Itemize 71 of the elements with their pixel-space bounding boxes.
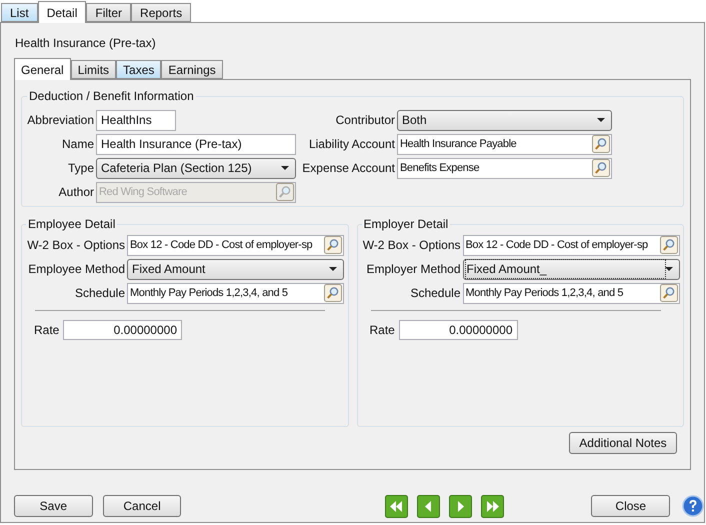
previous-record-icon[interactable] — [417, 494, 440, 518]
search-icon[interactable] — [592, 135, 610, 153]
dropdown-value: Both — [401, 112, 428, 129]
dropdown-value: Cafeteria Plan (Section 125) — [100, 160, 253, 177]
dropdown[interactable]: Fixed Amount_ — [462, 258, 680, 280]
tab[interactable]: Detail — [38, 1, 86, 23]
field-value: Benefits Expense — [400, 160, 480, 176]
caret-icon — [281, 166, 289, 170]
field-value: Monthly Pay Periods 1,2,3,4, and 5 — [466, 286, 624, 301]
lookup-field[interactable]: Benefits Expense — [397, 158, 612, 178]
dropdown-value: Fixed Amount_ — [466, 260, 664, 278]
cancel-button[interactable]: Cancel — [102, 495, 182, 517]
caret-icon — [597, 118, 605, 122]
lookup-field[interactable]: Monthly Pay Periods 1,2,3,4, and 5 — [127, 282, 344, 304]
lookup-field[interactable]: Health Insurance Payable — [397, 134, 612, 154]
record-title: Health Insurance (Pre-tax) — [15, 35, 156, 52]
next-record-icon[interactable] — [449, 494, 472, 518]
text-field[interactable]: Health Insurance (Pre-tax) — [96, 134, 296, 154]
dropdown[interactable]: Cafeteria Plan (Section 125) — [96, 158, 296, 178]
dropdown[interactable]: Fixed Amount — [127, 258, 344, 280]
field-label: W-2 Box - Options — [26, 237, 126, 254]
group-title: Employer Detail — [362, 216, 450, 233]
field-label: Expense Account — [301, 160, 396, 177]
caret-icon — [329, 267, 337, 271]
tab[interactable]: Taxes — [116, 60, 162, 79]
tab[interactable]: Reports — [131, 3, 192, 22]
save-button[interactable]: Save — [14, 495, 93, 517]
field-label: Abbreviation — [26, 112, 95, 129]
group-title: Deduction / Benefit Information — [28, 88, 195, 105]
first-record-icon[interactable] — [385, 494, 408, 518]
group-title: Employee Detail — [27, 216, 116, 233]
tab[interactable]: List — [1, 3, 38, 22]
lookup-field[interactable]: Monthly Pay Periods 1,2,3,4, and 5 — [462, 282, 680, 304]
field-value: Monthly Pay Periods 1,2,3,4, and 5 — [130, 286, 289, 301]
tab[interactable]: Limits — [70, 60, 116, 79]
field-label: Employee Method — [27, 261, 126, 278]
search-icon[interactable] — [660, 236, 678, 254]
dropdown-value: Fixed Amount — [131, 261, 206, 278]
lookup-field[interactable]: Box 12 - Code DD - Cost of employer-sp — [462, 234, 680, 256]
search-icon[interactable] — [324, 236, 342, 254]
field-label: Rate — [34, 322, 60, 339]
field-label: Type — [66, 160, 95, 177]
help-icon[interactable] — [682, 495, 704, 517]
close-button[interactable]: Close — [591, 495, 670, 517]
field-label: Schedule — [409, 285, 462, 302]
tab[interactable]: General — [14, 58, 71, 80]
field-label: Rate — [370, 322, 396, 339]
search-icon[interactable] — [324, 284, 342, 302]
field-value: Box 12 - Code DD - Cost of employer-sp — [130, 238, 314, 253]
field-label: Schedule — [74, 285, 126, 302]
lookup-field[interactable]: Box 12 - Code DD - Cost of employer-sp — [127, 234, 344, 256]
last-record-icon[interactable] — [481, 494, 504, 518]
field-value: Box 12 - Code DD - Cost of employer-sp — [466, 238, 649, 253]
field-value: Health Insurance Payable — [400, 136, 518, 152]
search-icon[interactable] — [592, 159, 610, 177]
rate-field[interactable]: 0.00000000 — [398, 320, 518, 340]
field-label: W-2 Box - Options — [362, 237, 462, 254]
field-label: Liability Account — [308, 136, 396, 153]
tab[interactable]: Earnings — [161, 60, 223, 79]
field-label: Name — [60, 136, 95, 153]
field-label: Contributor — [334, 112, 396, 129]
additional-notes-button[interactable]: Additional Notes — [569, 432, 677, 454]
field-label: Employer Method — [365, 261, 462, 278]
text-field[interactable]: HealthIns — [96, 110, 176, 130]
field-value: Red Wing Software — [99, 184, 188, 200]
search-icon[interactable] — [660, 284, 678, 302]
rate-field[interactable]: 0.00000000 — [63, 320, 182, 340]
tab[interactable]: Filter — [86, 3, 132, 22]
dropdown[interactable]: Both — [397, 110, 612, 130]
caret-icon — [664, 267, 672, 271]
field-label: Author — [58, 184, 95, 201]
